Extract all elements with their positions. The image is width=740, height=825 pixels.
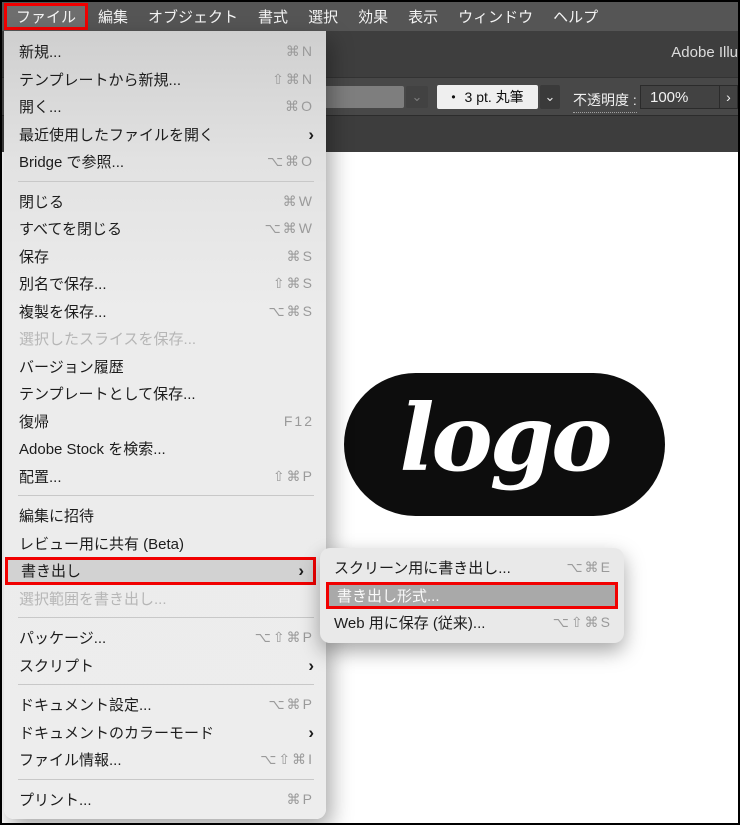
menu-item-browse-in-bridge[interactable]: Bridge で参照... ⌥⌘O [4, 148, 326, 176]
app-title: Adobe Illu [671, 44, 738, 61]
menu-separator [18, 617, 314, 618]
menubar-item-file[interactable]: ファイル [4, 3, 88, 30]
brush-dot-icon: • [451, 90, 455, 104]
opacity-value-field[interactable]: 100% › [640, 85, 738, 109]
menu-item-new-from-template[interactable]: テンプレートから新規... ⇧⌘N [4, 66, 326, 94]
menu-item-share-for-review[interactable]: レビュー用に共有 (Beta) [4, 530, 326, 558]
menu-item-file-info[interactable]: ファイル情報... ⌥⇧⌘I [4, 746, 326, 774]
menu-separator [18, 779, 314, 780]
menubar-item-help[interactable]: ヘルプ [543, 4, 608, 29]
menu-item-export[interactable]: 書き出し › [5, 557, 316, 585]
menu-item-open[interactable]: 開く... ⌘O [4, 93, 326, 121]
opacity-value: 100% [641, 89, 719, 106]
submenu-arrow-icon: › [298, 562, 304, 579]
menu-item-invite-to-edit[interactable]: 編集に招待 [4, 502, 326, 530]
menu-item-document-setup[interactable]: ドキュメント設定... ⌥⌘P [4, 691, 326, 719]
menu-item-save-selected-slices: 選択したスライスを保存... [4, 325, 326, 353]
menu-item-search-adobe-stock[interactable]: Adobe Stock を検索... [4, 435, 326, 463]
menu-item-package[interactable]: パッケージ... ⌥⇧⌘P [4, 624, 326, 652]
menubar-item-window[interactable]: ウィンドウ [448, 4, 543, 29]
brush-preset-select[interactable]: • 3 pt. 丸筆 [437, 85, 538, 109]
menu-item-close[interactable]: 閉じる ⌘W [4, 188, 326, 216]
submenu-arrow-icon: › [308, 126, 314, 143]
menu-item-new[interactable]: 新規... ⌘N [4, 38, 326, 66]
stroke-variable-width-swatch[interactable] [322, 86, 404, 108]
brush-preset-label: 3 pt. 丸筆 [465, 87, 524, 107]
chevron-down-icon[interactable]: ⌄ [406, 86, 428, 108]
menu-item-save-as[interactable]: 別名で保存... ⇧⌘S [4, 270, 326, 298]
submenu-item-export-for-screens[interactable]: スクリーン用に書き出し... ⌥⌘E [320, 554, 624, 582]
menu-item-scripts[interactable]: スクリプト › [4, 652, 326, 680]
menu-item-save-a-copy[interactable]: 複製を保存... ⌥⌘S [4, 298, 326, 326]
menu-separator [18, 181, 314, 182]
submenu-item-save-for-web[interactable]: Web 用に保存 (従来)... ⌥⇧⌘S [320, 609, 624, 637]
menu-item-close-all[interactable]: すべてを閉じる ⌥⌘W [4, 215, 326, 243]
file-menu: 新規... ⌘N テンプレートから新規... ⇧⌘N 開く... ⌘O 最近使用… [4, 31, 326, 819]
menu-item-save-as-template[interactable]: テンプレートとして保存... [4, 380, 326, 408]
menu-separator [18, 684, 314, 685]
menubar-item-select[interactable]: 選択 [298, 4, 348, 29]
chevron-down-icon[interactable]: ⌄ [540, 85, 560, 109]
menu-item-place[interactable]: 配置... ⇧⌘P [4, 463, 326, 491]
menubar-item-effect[interactable]: 効果 [348, 4, 398, 29]
menu-item-document-color-mode[interactable]: ドキュメントのカラーモード › [4, 719, 326, 747]
submenu-arrow-icon: › [308, 724, 314, 741]
menu-item-print[interactable]: プリント... ⌘P [4, 786, 326, 814]
logo-text: logo [399, 392, 609, 498]
menubar-item-edit[interactable]: 編集 [88, 4, 138, 29]
submenu-arrow-icon: › [308, 657, 314, 674]
illustrator-window: ファイル 編集 オブジェクト 書式 選択 効果 表示 ウィンドウ ヘルプ Ado… [0, 0, 740, 825]
menubar-item-object[interactable]: オブジェクト [138, 4, 248, 29]
menu-item-open-recent[interactable]: 最近使用したファイルを開く › [4, 121, 326, 149]
menubar-item-view[interactable]: 表示 [398, 4, 448, 29]
menu-item-save[interactable]: 保存 ⌘S [4, 243, 326, 271]
menu-separator [18, 495, 314, 496]
submenu-item-export-as[interactable]: 書き出し形式... [326, 582, 618, 610]
menu-item-version-history[interactable]: バージョン履歴 [4, 353, 326, 381]
menubar-item-type[interactable]: 書式 [248, 4, 298, 29]
menu-item-revert[interactable]: 復帰 F12 [4, 408, 326, 436]
logo-shape: logo [344, 373, 665, 516]
chevron-right-icon[interactable]: › [719, 86, 737, 108]
menu-item-export-selection: 選択範囲を書き出し... [4, 585, 326, 613]
export-submenu: スクリーン用に書き出し... ⌥⌘E 書き出し形式... Web 用に保存 (従… [320, 548, 624, 643]
menubar: ファイル 編集 オブジェクト 書式 選択 効果 表示 ウィンドウ ヘルプ [2, 2, 738, 31]
opacity-label[interactable]: 不透明度 : [573, 90, 637, 113]
